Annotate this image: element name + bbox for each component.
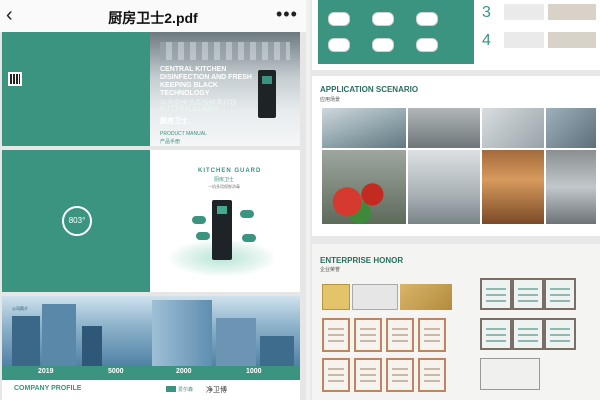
scene-photo	[408, 108, 480, 148]
product-manual-cn: 产品手册	[160, 139, 181, 145]
scene-photo	[322, 108, 406, 148]
step-image	[504, 32, 544, 48]
document-title: 厨房卫士2.pdf	[108, 10, 198, 26]
logo-text: 净卫博	[206, 387, 227, 394]
more-dots-icon[interactable]: •••	[276, 4, 298, 25]
brand-cn: 厨房卫士	[214, 177, 235, 183]
certificate-plaque	[352, 284, 398, 310]
brand-en: KITCHEN GUARD	[160, 106, 218, 113]
step-image	[504, 4, 544, 20]
certificate-plaque	[480, 358, 540, 390]
step-image	[548, 32, 596, 48]
badge-circle: 803°	[62, 206, 92, 236]
scene-photo	[546, 150, 596, 224]
brand-cn: 厨房卫士	[160, 118, 188, 125]
feature-icon	[416, 38, 438, 52]
scene-photo	[482, 108, 544, 148]
trophy-plaque	[322, 284, 350, 310]
section-heading: APPLICATION SCENARIO	[320, 85, 419, 94]
feature-icon	[372, 38, 394, 52]
stat-value: 1000	[246, 368, 262, 375]
device-image	[258, 70, 276, 118]
pdf-page-features[interactable]: 3 4	[312, 0, 600, 70]
feature-icon	[328, 38, 350, 52]
section-heading: COMPANY PROFILE	[14, 385, 82, 392]
stat-value: 2019	[38, 368, 54, 375]
city-photo	[2, 296, 300, 368]
pdf-page-company[interactable]: 公司简介 2019 5000 2000 1000 COMPANY PROFILE…	[2, 296, 300, 400]
certificate	[386, 318, 414, 352]
qr-code-icon	[8, 72, 22, 86]
feature-icon	[328, 12, 350, 26]
stat-value: 5000	[108, 368, 124, 375]
logo-text: 爱尔森	[178, 387, 194, 393]
certificate	[512, 278, 544, 310]
feature-icon	[416, 12, 438, 26]
brand-en: KITCHEN GUARD	[198, 168, 262, 174]
section-heading-cn: 企业荣誉	[320, 267, 341, 273]
scene-photo	[408, 150, 480, 224]
feature-dot	[240, 210, 254, 218]
pdf-page-product[interactable]: 803° KITCHEN GUARD 厨房卫士 一机多用保鲜消毒	[2, 150, 300, 292]
feature-dot	[192, 216, 206, 224]
certificate	[544, 278, 576, 310]
certificate	[418, 358, 446, 392]
certificate	[480, 318, 512, 350]
teal-panel	[318, 0, 474, 64]
gold-plaque	[400, 284, 452, 310]
logo-icon	[166, 386, 176, 392]
step-number: 4	[482, 32, 491, 49]
scene-photo	[546, 108, 596, 148]
scene-photo	[482, 150, 544, 224]
stats-band: 2019 5000 2000 1000	[2, 366, 300, 380]
feature-dot	[196, 232, 210, 240]
device-image	[212, 200, 232, 260]
pdf-page-honor[interactable]: ENTERPRISE HONOR 企业荣誉	[312, 244, 600, 400]
pdf-page-cover[interactable]: CENTRAL KITCHEN DISINFECTION AND FRESH K…	[2, 32, 300, 146]
certificate	[386, 358, 414, 392]
certificate	[322, 318, 350, 352]
certificate	[354, 358, 382, 392]
certificate	[544, 318, 576, 350]
step-image	[548, 4, 596, 20]
step-number: 3	[482, 4, 491, 21]
certificate	[322, 358, 350, 392]
pdf-page-application[interactable]: APPLICATION SCENARIO 应用场景	[312, 76, 600, 236]
product-manual-en: PRODUCT MANUAL	[160, 131, 207, 137]
toolbar: ‹ 厨房卫士2.pdf •••	[0, 0, 306, 33]
product-subtitle: 一机多用保鲜消毒	[208, 184, 240, 189]
certificate	[512, 318, 544, 350]
scene-photo	[322, 150, 406, 224]
certificate	[418, 318, 446, 352]
section-heading: ENTERPRISE HONOR	[320, 256, 404, 265]
certificate	[354, 318, 382, 352]
teal-panel	[2, 32, 150, 146]
stat-value: 2000	[176, 368, 192, 375]
feature-icon	[372, 12, 394, 26]
section-heading-cn: 应用场景	[320, 97, 341, 103]
certificate	[480, 278, 512, 310]
cover-headline: CENTRAL KITCHEN DISINFECTION AND FRESH K…	[160, 66, 252, 97]
feature-dot	[242, 234, 256, 242]
caption: 公司简介	[12, 306, 28, 311]
